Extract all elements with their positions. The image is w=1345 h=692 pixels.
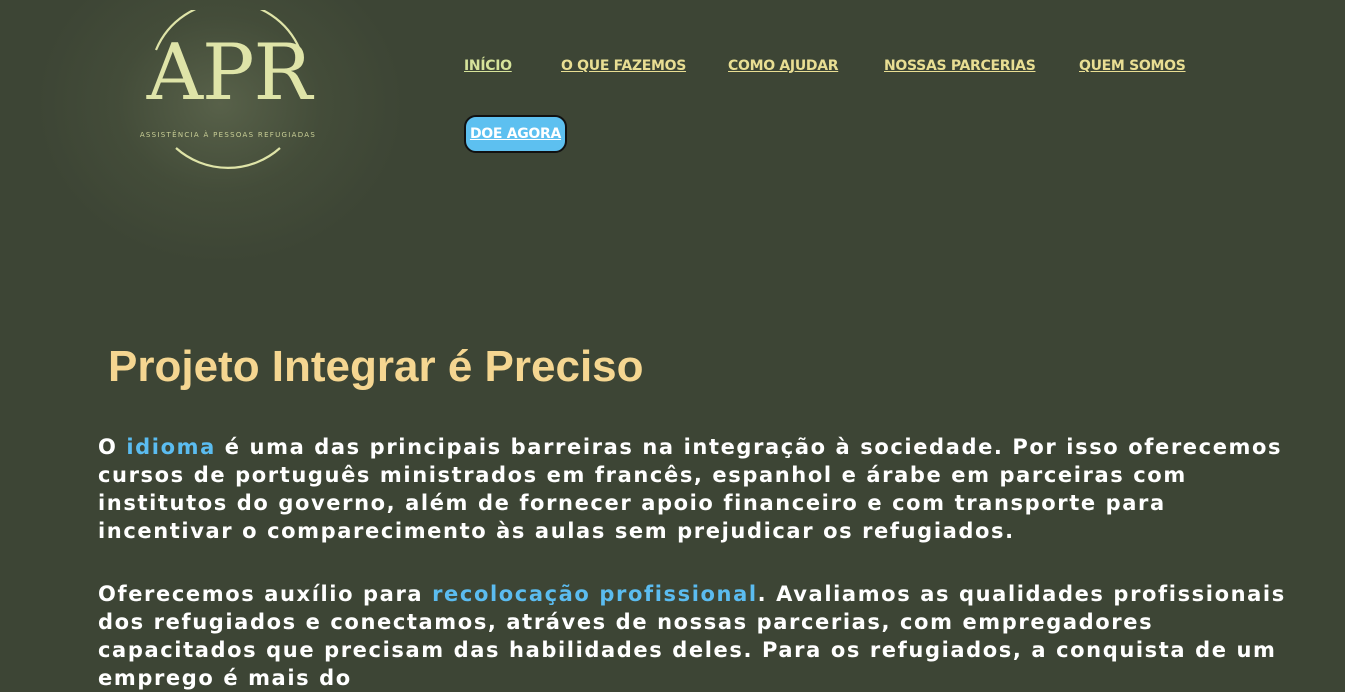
nav-nossas-parcerias[interactable]: NOSSAS PARCERIAS <box>884 58 1036 74</box>
nav-inicio[interactable]: INÍCIO <box>464 58 512 74</box>
paragraph-idioma: O idioma é uma das principais barreiras … <box>98 433 1303 545</box>
logo-subtitle: ASSISTÊNCIA À PESSOAS REFUGIADAS <box>139 131 317 139</box>
logo-text: APR <box>146 28 313 118</box>
nav-quem-somos[interactable]: QUEM SOMOS <box>1079 58 1186 74</box>
donate-button[interactable]: DOE AGORA <box>464 115 567 153</box>
nav-o-que-fazemos[interactable]: O QUE FAZEMOS <box>561 58 686 74</box>
paragraph-text: Oferecemos auxílio para <box>98 582 433 606</box>
paragraph-text: O <box>98 435 127 459</box>
highlight-idioma: idioma <box>126 435 216 459</box>
highlight-recolocacao: recolocação profissional <box>432 582 758 606</box>
paragraph-text: é uma das principais barreiras na integr… <box>98 435 1283 543</box>
page-title: Projeto Integrar é Preciso <box>108 342 644 391</box>
site-logo[interactable]: APR ASSISTÊNCIA À PESSOAS REFUGIADAS <box>118 10 338 170</box>
paragraph-recolocacao: Oferecemos auxílio para recolocação prof… <box>98 580 1303 692</box>
nav-como-ajudar[interactable]: COMO AJUDAR <box>728 58 839 74</box>
